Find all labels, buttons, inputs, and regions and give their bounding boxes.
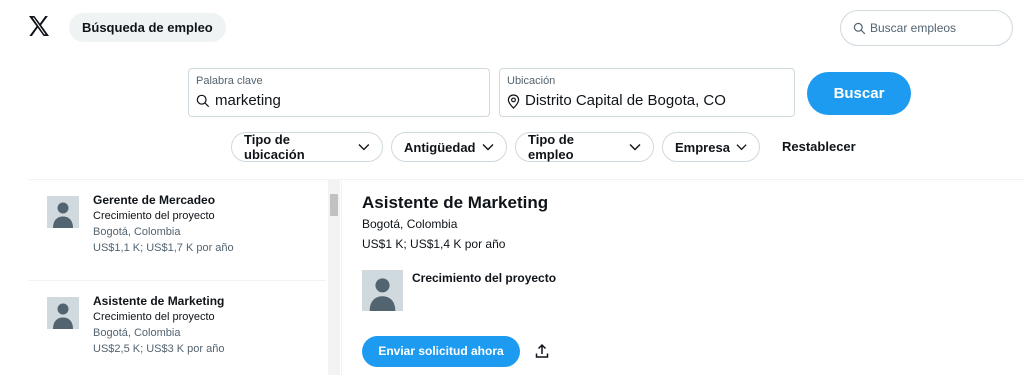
x-logo-icon[interactable] xyxy=(27,14,51,38)
default-avatar-icon xyxy=(53,202,73,228)
detail-salary: US$1 K; US$1,4 K por año xyxy=(362,237,506,251)
share-icon[interactable] xyxy=(534,343,550,359)
keyword-field[interactable]: Palabra clave marketing xyxy=(188,68,490,117)
company-avatar xyxy=(47,196,79,228)
location-label: Ubicación xyxy=(507,75,556,87)
chevron-down-icon xyxy=(482,144,493,151)
default-avatar-icon xyxy=(369,278,396,311)
filter-label: Empresa xyxy=(675,139,730,155)
job-detail: Asistente de Marketing Bogotá, Colombia … xyxy=(362,192,548,254)
keyword-value[interactable]: marketing xyxy=(215,92,281,110)
job-company: Crecimiento del proyecto xyxy=(93,311,215,323)
job-location: Bogotá, Colombia xyxy=(93,226,181,238)
job-list-scrollbar[interactable] xyxy=(328,180,340,375)
chevron-down-icon xyxy=(358,144,370,151)
detail-title: Asistente de Marketing xyxy=(362,193,549,212)
filter-label: Tipo de empleo xyxy=(528,132,574,162)
job-search-input[interactable]: Buscar empleos xyxy=(840,10,1013,46)
location-pin-icon xyxy=(507,93,520,109)
reset-filters-button[interactable]: Restablecer xyxy=(782,132,856,162)
filter-location-type[interactable]: Tipo de ubicación xyxy=(231,132,383,162)
chevron-down-icon xyxy=(736,144,747,151)
search-button[interactable]: Buscar xyxy=(807,72,911,115)
detail-company[interactable]: Crecimiento del proyecto xyxy=(362,270,556,311)
company-name: Crecimiento del proyecto xyxy=(412,271,557,285)
default-avatar-icon xyxy=(53,303,73,329)
job-salary: US$1,1 K; US$1,7 K por año xyxy=(93,242,234,254)
company-avatar xyxy=(47,297,79,329)
job-location: Bogotá, Colombia xyxy=(93,327,181,339)
apply-now-button[interactable]: Enviar solicitud ahora xyxy=(362,336,520,367)
filter-employment-type[interactable]: Tipo de empleo xyxy=(515,132,654,162)
keyword-label: Palabra clave xyxy=(196,75,263,87)
search-icon xyxy=(853,22,866,34)
search-placeholder: Buscar empleos xyxy=(870,21,957,35)
location-field[interactable]: Ubicación Distrito Capital de Bogota, CO xyxy=(499,68,795,117)
search-icon xyxy=(196,94,210,108)
job-list-item[interactable]: Gerente de Mercadeo Crecimiento del proy… xyxy=(29,180,326,281)
chevron-down-icon xyxy=(629,144,641,151)
scrollbar-thumb[interactable] xyxy=(330,194,338,216)
job-title: Asistente de Marketing xyxy=(93,294,225,308)
filter-label: Antigüedad xyxy=(404,139,476,155)
nav-job-search-pill[interactable]: Búsqueda de empleo xyxy=(69,13,226,42)
detail-location: Bogotá, Colombia xyxy=(362,217,458,231)
job-company: Crecimiento del proyecto xyxy=(93,210,215,222)
location-value[interactable]: Distrito Capital de Bogota, CO xyxy=(525,92,726,110)
filter-seniority[interactable]: Antigüedad xyxy=(391,132,507,162)
filter-label: Tipo de ubicación xyxy=(244,132,305,162)
job-list: Gerente de Mercadeo Crecimiento del proy… xyxy=(29,180,342,375)
filter-company[interactable]: Empresa xyxy=(662,132,760,162)
job-list-item[interactable]: Asistente de Marketing Crecimiento del p… xyxy=(29,281,326,375)
job-salary: US$2,5 K; US$3 K por año xyxy=(93,343,225,355)
company-avatar xyxy=(362,270,403,311)
job-title: Gerente de Mercadeo xyxy=(93,193,216,207)
